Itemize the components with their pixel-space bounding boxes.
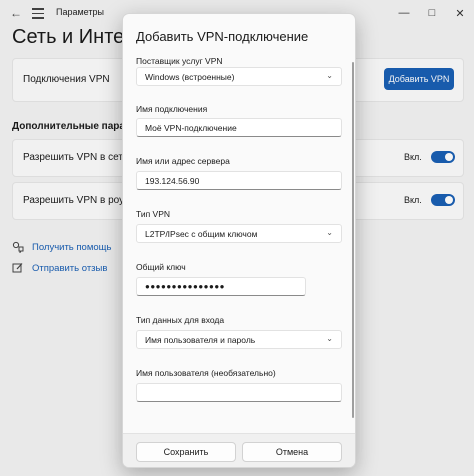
vpn-type-label: Тип VPN xyxy=(136,209,171,219)
chevron-down-icon: ⌄ xyxy=(326,71,333,80)
vpn-type-select[interactable]: L2TP/IPsec с общим ключом ⌄ xyxy=(136,224,342,243)
server-input[interactable]: 193.124.56.90 xyxy=(136,171,342,190)
server-value: 193.124.56.90 xyxy=(145,175,200,186)
provider-select[interactable]: Windows (встроенные) ⌄ xyxy=(136,67,342,86)
chevron-down-icon: ⌄ xyxy=(326,334,333,343)
signin-type-label: Тип данных для входа xyxy=(136,315,225,325)
dialog-scrollbar[interactable] xyxy=(352,62,354,418)
preshared-key-value: ●●●●●●●●●●●●●●● xyxy=(145,282,225,291)
username-label: Имя пользователя (необязательно) xyxy=(136,368,276,378)
dialog-title: Добавить VPN-подключение xyxy=(136,29,309,44)
server-label: Имя или адрес сервера xyxy=(136,156,230,166)
preshared-key-input[interactable]: ●●●●●●●●●●●●●●● xyxy=(136,277,306,296)
signin-type-value: Имя пользователя и пароль xyxy=(145,334,256,345)
save-button[interactable]: Сохранить xyxy=(136,442,236,462)
dialog-footer: Сохранить Отмена xyxy=(123,433,355,467)
connection-name-input[interactable]: Моё VPN-подключение xyxy=(136,118,342,137)
provider-value: Windows (встроенные) xyxy=(145,71,235,82)
connection-name-label: Имя подключения xyxy=(136,104,208,114)
add-vpn-dialog: Добавить VPN-подключение Поставщик услуг… xyxy=(122,13,356,468)
cancel-button[interactable]: Отмена xyxy=(242,442,342,462)
signin-type-select[interactable]: Имя пользователя и пароль ⌄ xyxy=(136,330,342,349)
username-input[interactable] xyxy=(136,383,342,402)
preshared-key-label: Общий ключ xyxy=(136,262,186,272)
provider-label: Поставщик услуг VPN xyxy=(136,56,223,66)
vpn-type-value: L2TP/IPsec с общим ключом xyxy=(145,228,258,239)
connection-name-value: Моё VPN-подключение xyxy=(145,122,237,133)
chevron-down-icon: ⌄ xyxy=(326,228,333,237)
